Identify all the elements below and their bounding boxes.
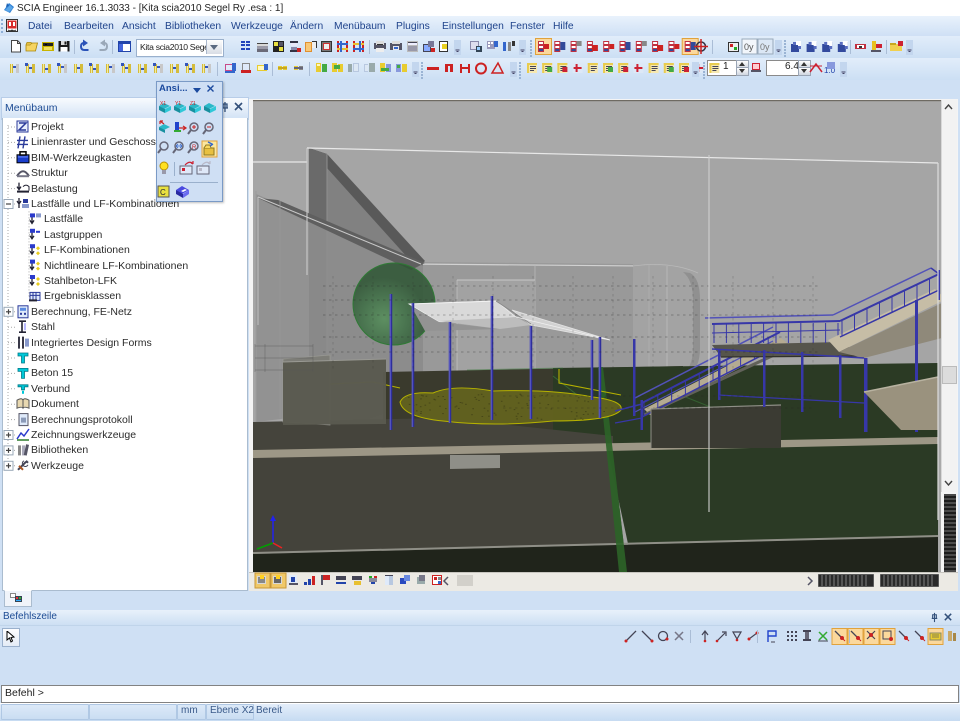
svg-text:Y1: Y1 (175, 101, 181, 107)
svg-text:X1: X1 (160, 101, 166, 107)
svg-text:R: R (192, 145, 197, 151)
svg-text:Z1: Z1 (190, 101, 196, 107)
svg-text:C: C (160, 188, 166, 197)
